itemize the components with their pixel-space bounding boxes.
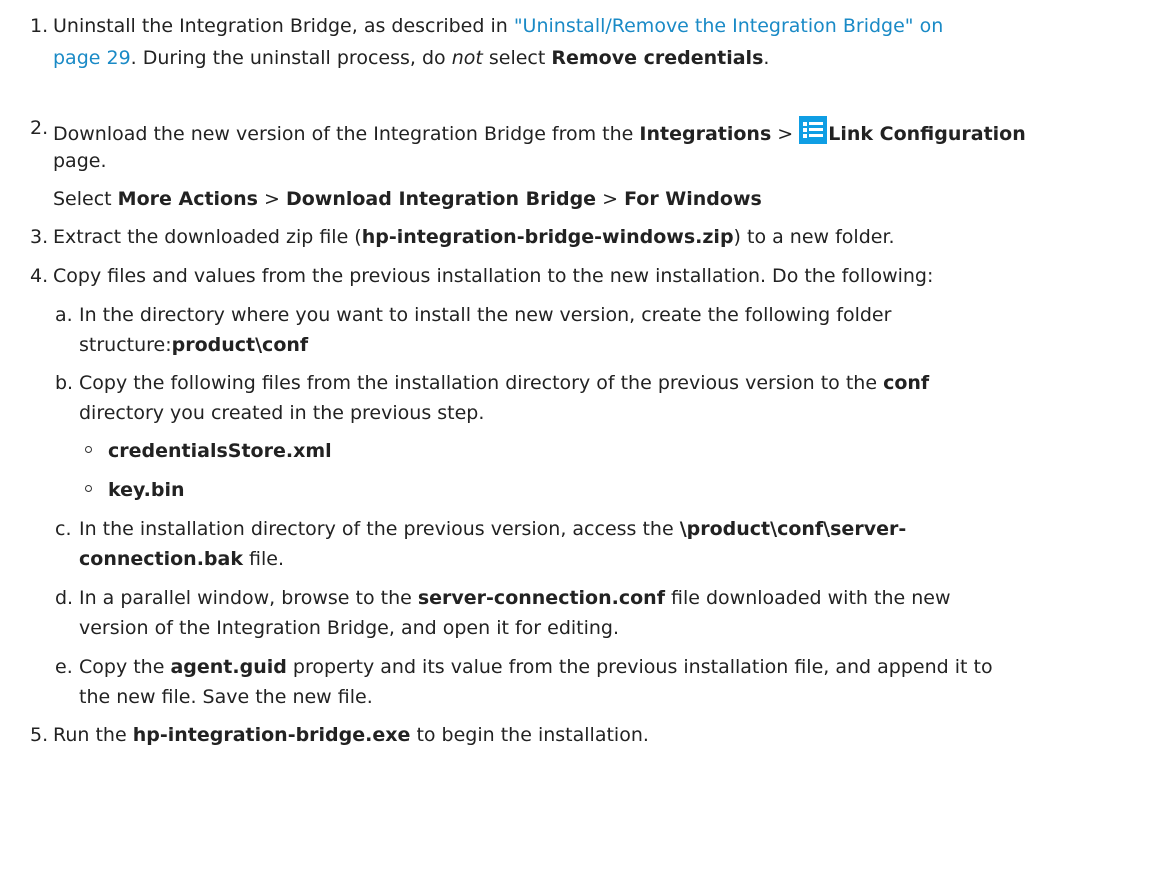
folder-path: product\conf bbox=[171, 334, 309, 356]
list-icon bbox=[799, 116, 828, 144]
step-3-line: 3. Extract the downloaded zip file (hp-i… bbox=[30, 226, 895, 248]
step-number: 3. bbox=[30, 226, 49, 248]
substep-label: e. bbox=[55, 656, 73, 678]
substep-label: d. bbox=[55, 587, 74, 609]
bullet-icon bbox=[85, 485, 92, 492]
zip-filename: hp-integration-bridge-windows.zip bbox=[361, 226, 734, 248]
more-actions-label: More Actions bbox=[117, 188, 258, 210]
file-list-item: key.bin bbox=[108, 479, 185, 501]
step-1-line-1: 1. Uninstall the Integration Bridge, as … bbox=[30, 14, 943, 38]
step-5-line: 5. Run the hp-integration-bridge.exe to … bbox=[30, 724, 649, 746]
step-1-text: Uninstall the Integration Bridge, as des… bbox=[53, 15, 514, 37]
substep-label: a. bbox=[55, 304, 73, 326]
remove-credentials-label: Remove credentials bbox=[551, 47, 764, 69]
substep-b-line-1: b. Copy the following files from the ins… bbox=[55, 372, 930, 394]
bullet-icon bbox=[85, 446, 92, 453]
substep-e-line-1: e. Copy the agent.guid property and its … bbox=[55, 656, 993, 678]
file-list-item: credentialsStore.xml bbox=[108, 440, 332, 462]
uninstall-link[interactable]: "Uninstall/Remove the Integration Bridge… bbox=[514, 15, 943, 37]
step-number: 4. bbox=[30, 265, 49, 287]
conf-label: conf bbox=[883, 372, 930, 394]
step-2-select-line: Select More Actions > Download Integrati… bbox=[53, 188, 762, 210]
integrations-label: Integrations bbox=[639, 123, 772, 145]
substep-e-line-2: the new file. Save the new file. bbox=[79, 686, 373, 708]
link-configuration-label: Link Configuration bbox=[828, 123, 1026, 145]
page-link[interactable]: page 29 bbox=[53, 47, 131, 69]
agent-guid-property: agent.guid bbox=[170, 656, 287, 678]
step-number: 2. bbox=[30, 117, 49, 139]
substep-label: c. bbox=[55, 518, 72, 540]
step-2-line-2: page. bbox=[53, 150, 107, 172]
step-1-line-2: page 29. During the uninstall process, d… bbox=[53, 47, 770, 69]
conf-filename: server-connection.conf bbox=[417, 587, 665, 609]
step-4-line: 4. Copy files and values from the previo… bbox=[30, 265, 934, 287]
substep-c-line-2: connection.bak file. bbox=[79, 548, 284, 570]
step-number: 5. bbox=[30, 724, 49, 746]
step-number: 1. bbox=[30, 15, 49, 37]
emphasis-not: not bbox=[451, 47, 483, 69]
substep-b-line-2: directory you created in the previous st… bbox=[79, 402, 485, 424]
substep-label: b. bbox=[55, 372, 74, 394]
step-2-line-1: 2. Download the new version of the Integ… bbox=[30, 116, 1026, 145]
substep-a-line-2: structure:product\conf bbox=[79, 334, 309, 356]
exe-filename: hp-integration-bridge.exe bbox=[132, 724, 411, 746]
substep-c-line-1: c. In the installation directory of the … bbox=[55, 518, 907, 540]
substep-a-line-1: a. In the directory where you want to in… bbox=[55, 304, 892, 326]
server-path: \product\conf\server- bbox=[679, 518, 907, 540]
for-windows-label: For Windows bbox=[624, 188, 762, 210]
substep-d-line-2: version of the Integration Bridge, and o… bbox=[79, 617, 620, 639]
download-bridge-label: Download Integration Bridge bbox=[285, 188, 597, 210]
substep-d-line-1: d. In a parallel window, browse to the s… bbox=[55, 587, 951, 609]
